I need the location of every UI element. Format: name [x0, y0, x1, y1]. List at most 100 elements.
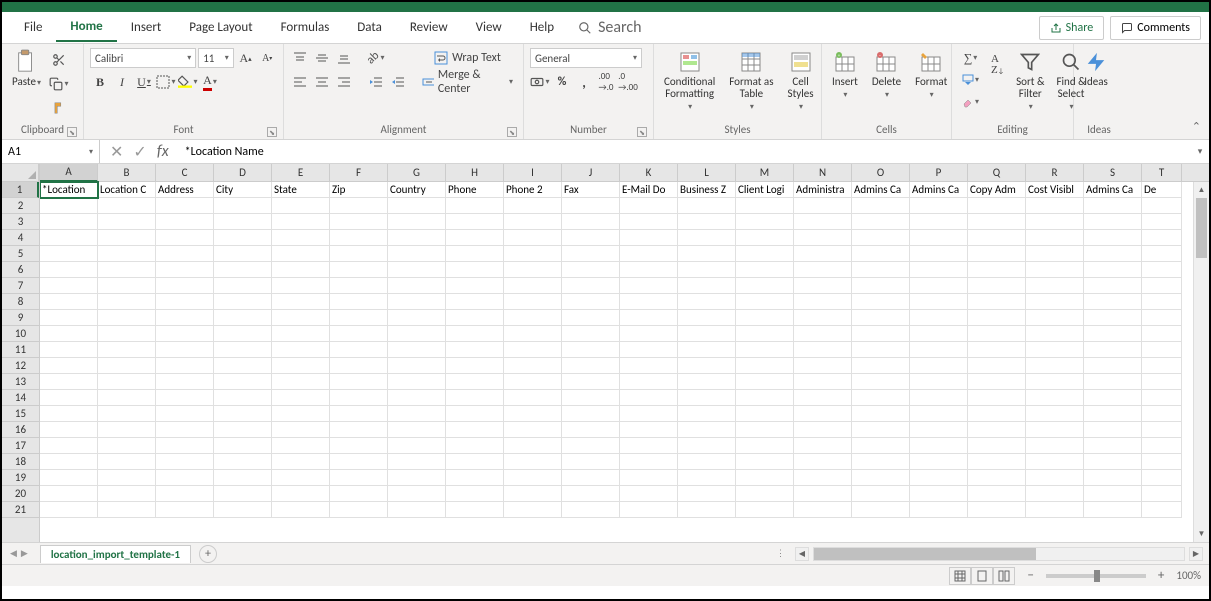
- cell-F14[interactable]: [330, 390, 388, 406]
- scroll-down-button[interactable]: ▼: [1194, 526, 1209, 542]
- tab-view[interactable]: View: [462, 14, 516, 41]
- cell-H6[interactable]: [446, 262, 504, 278]
- cell-E5[interactable]: [272, 246, 330, 262]
- cell-B3[interactable]: [98, 214, 156, 230]
- row-header-21[interactable]: 21: [2, 502, 39, 518]
- bold-button[interactable]: B: [90, 72, 110, 92]
- cell-P10[interactable]: [910, 326, 968, 342]
- cell-F11[interactable]: [330, 342, 388, 358]
- cell-C6[interactable]: [156, 262, 214, 278]
- page-layout-view-button[interactable]: [971, 567, 993, 585]
- cell-H7[interactable]: [446, 278, 504, 294]
- cell-G6[interactable]: [388, 262, 446, 278]
- cell-T20[interactable]: [1142, 486, 1182, 502]
- accept-formula-button[interactable]: ✓: [133, 142, 146, 162]
- accounting-format-button[interactable]: ▾: [530, 72, 550, 92]
- cell-T9[interactable]: [1142, 310, 1182, 326]
- cell-A14[interactable]: [40, 390, 98, 406]
- row-header-15[interactable]: 15: [2, 406, 39, 422]
- cell-G5[interactable]: [388, 246, 446, 262]
- cell-F13[interactable]: [330, 374, 388, 390]
- cell-P13[interactable]: [910, 374, 968, 390]
- cell-D12[interactable]: [214, 358, 272, 374]
- cell-B19[interactable]: [98, 470, 156, 486]
- cell-C19[interactable]: [156, 470, 214, 486]
- cell-K13[interactable]: [620, 374, 678, 390]
- cell-N4[interactable]: [794, 230, 852, 246]
- cell-T8[interactable]: [1142, 294, 1182, 310]
- cell-H5[interactable]: [446, 246, 504, 262]
- row-header-8[interactable]: 8: [2, 294, 39, 310]
- cell-O17[interactable]: [852, 438, 910, 454]
- cell-A20[interactable]: [40, 486, 98, 502]
- cell-B5[interactable]: [98, 246, 156, 262]
- cell-B9[interactable]: [98, 310, 156, 326]
- cell-Q3[interactable]: [968, 214, 1026, 230]
- cell-F9[interactable]: [330, 310, 388, 326]
- cell-F2[interactable]: [330, 198, 388, 214]
- cell-N11[interactable]: [794, 342, 852, 358]
- cell-I17[interactable]: [504, 438, 562, 454]
- cell-E16[interactable]: [272, 422, 330, 438]
- align-right-button[interactable]: [334, 72, 354, 92]
- cell-R2[interactable]: [1026, 198, 1084, 214]
- cell-K21[interactable]: [620, 502, 678, 518]
- cell-M9[interactable]: [736, 310, 794, 326]
- cell-I20[interactable]: [504, 486, 562, 502]
- cell-N8[interactable]: [794, 294, 852, 310]
- cell-N14[interactable]: [794, 390, 852, 406]
- row-header-3[interactable]: 3: [2, 214, 39, 230]
- align-center-button[interactable]: [312, 72, 332, 92]
- cell-T11[interactable]: [1142, 342, 1182, 358]
- cell-S15[interactable]: [1084, 406, 1142, 422]
- insert-cells-button[interactable]: + Insert▾: [828, 48, 862, 102]
- cell-I12[interactable]: [504, 358, 562, 374]
- cell-I8[interactable]: [504, 294, 562, 310]
- row-header-7[interactable]: 7: [2, 278, 39, 294]
- increase-indent-button[interactable]: [388, 72, 408, 92]
- cell-C18[interactable]: [156, 454, 214, 470]
- cell-L2[interactable]: [678, 198, 736, 214]
- cell-R10[interactable]: [1026, 326, 1084, 342]
- cell-F20[interactable]: [330, 486, 388, 502]
- cell-C10[interactable]: [156, 326, 214, 342]
- cell-I10[interactable]: [504, 326, 562, 342]
- cell-G12[interactable]: [388, 358, 446, 374]
- cell-Q18[interactable]: [968, 454, 1026, 470]
- cell-S10[interactable]: [1084, 326, 1142, 342]
- cell-O16[interactable]: [852, 422, 910, 438]
- cell-O3[interactable]: [852, 214, 910, 230]
- cell-T7[interactable]: [1142, 278, 1182, 294]
- cell-F19[interactable]: [330, 470, 388, 486]
- increase-decimal-button[interactable]: .00→.0: [596, 72, 616, 92]
- cell-styles-button[interactable]: Cell Styles▾: [784, 48, 818, 114]
- cell-C12[interactable]: [156, 358, 214, 374]
- cell-N15[interactable]: [794, 406, 852, 422]
- cell-D17[interactable]: [214, 438, 272, 454]
- format-as-table-button[interactable]: Format as Table▾: [725, 48, 777, 114]
- cell-L11[interactable]: [678, 342, 736, 358]
- font-color-button[interactable]: A▾: [200, 72, 220, 92]
- cell-P9[interactable]: [910, 310, 968, 326]
- col-header-G[interactable]: G: [388, 164, 446, 181]
- cell-J10[interactable]: [562, 326, 620, 342]
- format-painter-button[interactable]: [49, 98, 69, 118]
- col-header-Q[interactable]: Q: [968, 164, 1026, 181]
- cell-A10[interactable]: [40, 326, 98, 342]
- cell-P20[interactable]: [910, 486, 968, 502]
- cell-K11[interactable]: [620, 342, 678, 358]
- cell-C7[interactable]: [156, 278, 214, 294]
- tab-help[interactable]: Help: [516, 14, 568, 41]
- cell-O4[interactable]: [852, 230, 910, 246]
- cell-Q9[interactable]: [968, 310, 1026, 326]
- border-button[interactable]: ▾: [156, 72, 176, 92]
- cell-Q5[interactable]: [968, 246, 1026, 262]
- decrease-indent-button[interactable]: [366, 72, 386, 92]
- cell-H9[interactable]: [446, 310, 504, 326]
- cell-Q6[interactable]: [968, 262, 1026, 278]
- cell-G14[interactable]: [388, 390, 446, 406]
- page-break-view-button[interactable]: [993, 567, 1015, 585]
- cell-D16[interactable]: [214, 422, 272, 438]
- cell-A15[interactable]: [40, 406, 98, 422]
- cell-M5[interactable]: [736, 246, 794, 262]
